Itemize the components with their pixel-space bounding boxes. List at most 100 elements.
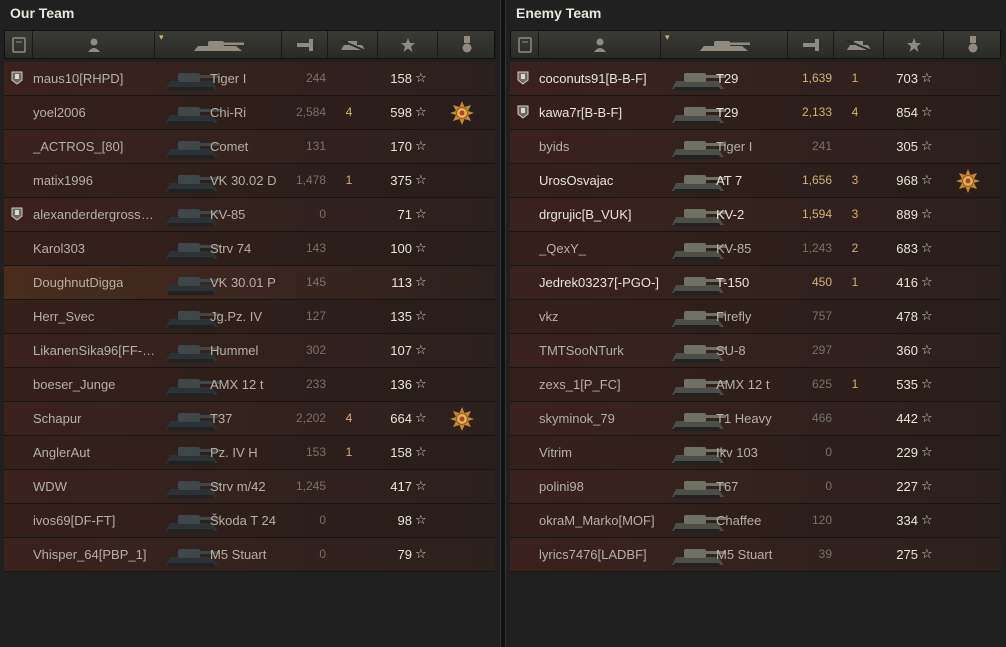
header-squad-column[interactable] (5, 31, 33, 58)
enemy-team-panel: Enemy Team ▾ coconuts91[B-B-F] T29 1,639 1 7… (506, 0, 1006, 647)
vehicle-name: AMX 12 t (210, 377, 264, 392)
player-row[interactable]: coconuts91[B-B-F] T29 1,639 1 703 ☆ (510, 62, 1001, 96)
header-tank-column[interactable]: ▾ (661, 31, 788, 58)
player-name: skyminok_79 (539, 411, 615, 426)
medal-icon (967, 35, 979, 54)
header-tank-column[interactable]: ▾ (155, 31, 282, 58)
kills-value: 2 (851, 241, 859, 255)
player-row[interactable]: Schapur T37 2,202 4 664 ☆ (4, 402, 495, 436)
kills-icon (338, 38, 368, 52)
platoon-badge-icon (11, 71, 23, 85)
xp-star-icon: ☆ (415, 512, 427, 527)
player-row[interactable]: polini98 T67 0 227 ☆ (510, 470, 1001, 504)
header-kills-column[interactable] (328, 31, 378, 58)
medal-award-icon[interactable] (450, 101, 474, 125)
header-xp-star-column[interactable] (884, 31, 944, 58)
xp-star-icon (906, 37, 922, 53)
xp-star-icon: ☆ (921, 240, 933, 255)
player-name: okraM_Marko[MOF] (539, 513, 655, 528)
player-row[interactable]: boeser_Junge AMX 12 t 233 136 ☆ (4, 368, 495, 402)
player-name: alexanderdergrosse6.. (33, 207, 157, 222)
header-player-column[interactable] (539, 31, 661, 58)
player-row[interactable]: UrosOsvajac AT 7 1,656 3 968 ☆ (510, 164, 1001, 198)
player-row[interactable]: Jedrek03237[-PGO-] T-150 450 1 416 ☆ (510, 266, 1001, 300)
player-name: yoel2006 (33, 105, 86, 120)
player-name: _QexY_ (539, 241, 586, 256)
medal-award-icon[interactable] (956, 169, 980, 193)
player-row[interactable]: alexanderdergrosse6.. KV-85 0 71 ☆ (4, 198, 495, 232)
player-row[interactable]: ivos69[DF-FT] Škoda T 24 0 98 ☆ (4, 504, 495, 538)
header-medal-column[interactable] (944, 31, 1002, 58)
player-row[interactable]: matix1996 VK 30.02 D 1,478 1 375 ☆ (4, 164, 495, 198)
header-medal-column[interactable] (438, 31, 496, 58)
header-damage-column[interactable] (282, 31, 328, 58)
xp-value: 135 (390, 309, 412, 324)
player-row[interactable]: AnglerAut Pz. IV H 153 1 158 ☆ (4, 436, 495, 470)
damage-value: 1,639 (801, 71, 832, 85)
xp-star-icon: ☆ (415, 240, 427, 255)
xp-star-icon: ☆ (921, 376, 933, 391)
damage-value: 2,202 (295, 411, 326, 425)
vehicle-name: Strv 74 (210, 241, 252, 256)
player-row[interactable]: yoel2006 Chi-Ri 2,584 4 598 ☆ (4, 96, 495, 130)
player-row[interactable]: maus10[RHPD] Tiger I 244 158 ☆ (4, 62, 495, 96)
player-row[interactable]: _ACTROS_[80] Comet 131 170 ☆ (4, 130, 495, 164)
header-player-column[interactable] (33, 31, 155, 58)
header-kills-column[interactable] (834, 31, 884, 58)
player-row[interactable]: kawa7r[B-B-F] T29 2,133 4 854 ☆ (510, 96, 1001, 130)
xp-star-icon: ☆ (921, 138, 933, 153)
our-team-panel: Our Team ▾ maus10[RHPD] Tiger I 244 158 ☆ yoe… (0, 0, 500, 647)
kills-value: 1 (345, 173, 353, 187)
player-row[interactable]: zexs_1[P_FC] AMX 12 t 625 1 535 ☆ (510, 368, 1001, 402)
kills-value: 3 (851, 207, 859, 221)
medal-award-icon[interactable] (450, 407, 474, 431)
player-row[interactable]: DoughnutDigga VK 30.01 P 145 113 ☆ (4, 266, 495, 300)
player-row[interactable]: LikanenSika96[FF-TB] Hummel 302 107 ☆ (4, 334, 495, 368)
damage-value: 233 (305, 377, 326, 391)
player-row[interactable]: WDW Strv m/42 1,245 417 ☆ (4, 470, 495, 504)
player-name: LikanenSika96[FF-TB] (33, 343, 157, 358)
header-xp-star-column[interactable] (378, 31, 438, 58)
kills-value: 1 (851, 71, 859, 85)
xp-value: 416 (896, 275, 918, 290)
player-row[interactable]: drgrujic[B_VUK] KV-2 1,594 3 889 ☆ (510, 198, 1001, 232)
player-name: kawa7r[B-B-F] (539, 105, 623, 120)
damage-value: 757 (811, 309, 832, 323)
kills-value: 4 (345, 411, 353, 425)
vehicle-name: T67 (716, 479, 739, 494)
player-row[interactable]: TMTSooNTurk SU-8 297 360 ☆ (510, 334, 1001, 368)
xp-value: 968 (896, 173, 918, 188)
header-damage-column[interactable] (788, 31, 834, 58)
xp-star-icon (400, 37, 416, 53)
player-row[interactable]: Vitrim Ikv 103 0 229 ☆ (510, 436, 1001, 470)
damage-value: 1,243 (801, 241, 832, 255)
damage-value: 625 (811, 377, 832, 391)
player-row[interactable]: okraM_Marko[MOF] Chaffee 120 334 ☆ (510, 504, 1001, 538)
damage-value: 297 (811, 343, 832, 357)
vehicle-name: T29 (716, 71, 739, 86)
player-row[interactable]: Karol303 Strv 74 143 100 ☆ (4, 232, 495, 266)
tank-icon (696, 37, 752, 53)
enemy-team-title: Enemy Team (516, 5, 602, 21)
player-row[interactable]: skyminok_79 T1 Heavy 466 442 ☆ (510, 402, 1001, 436)
header-squad-column[interactable] (511, 31, 539, 58)
damage-value: 0 (825, 479, 832, 493)
player-name: TMTSooNTurk (539, 343, 624, 358)
player-row[interactable]: _QexY_ KV-85 1,243 2 683 ☆ (510, 232, 1001, 266)
enemy-team-header: ▾ (510, 30, 1002, 59)
xp-value: 170 (390, 139, 412, 154)
player-row[interactable]: Herr_Svec Jg.Pz. IV 127 135 ☆ (4, 300, 495, 334)
player-icon (86, 37, 102, 53)
player-row[interactable]: byids Tiger I 241 305 ☆ (510, 130, 1001, 164)
xp-value: 136 (390, 377, 412, 392)
player-row[interactable]: vkz Firefly 757 478 ☆ (510, 300, 1001, 334)
xp-value: 113 (391, 275, 412, 290)
player-row[interactable]: Vhisper_64[PBP_1] M5 Stuart 0 79 ☆ (4, 538, 495, 572)
xp-value: 478 (896, 309, 918, 324)
xp-value: 417 (390, 479, 412, 494)
damage-value: 143 (305, 241, 326, 255)
player-row[interactable]: lyrics7476[LADBF] M5 Stuart 39 275 ☆ (510, 538, 1001, 572)
xp-star-icon: ☆ (921, 444, 933, 459)
medal-icon (461, 35, 473, 54)
damage-value: 1,245 (295, 479, 326, 493)
